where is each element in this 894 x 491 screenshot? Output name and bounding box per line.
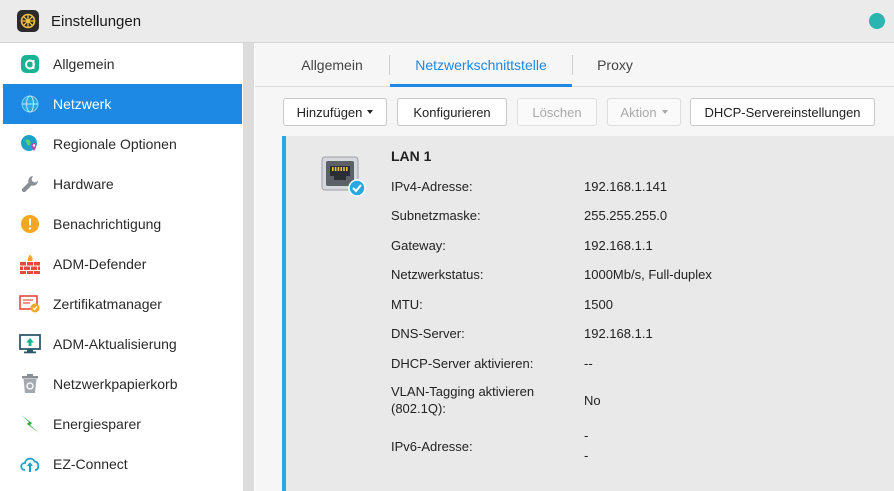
add-button-label: Hinzufügen [296, 104, 363, 120]
vlan-tagging-label-line1: VLAN-Tagging aktivieren [391, 384, 535, 399]
sidebar-item-label: Netzwerk [53, 96, 112, 112]
subnet-mask-value: 255.255.255.0 [584, 208, 668, 223]
sidebar-scrollbar[interactable] [243, 43, 253, 491]
ipv6-label: IPv6-Adresse: [391, 439, 473, 454]
sidebar-item-label: Allgemein [53, 56, 115, 72]
sidebar-item-label: Energiesparer [53, 416, 141, 432]
main-panel: Allgemein Netzwerkschnittstelle Proxy Hi… [255, 43, 894, 491]
settings-app-icon [17, 10, 39, 32]
gateway-label: Gateway: [391, 238, 446, 253]
sidebar-item-netzwerkpapierkorb[interactable]: Netzwerkpapierkorb [3, 364, 242, 404]
ipv6-value-line2: - [584, 448, 589, 463]
gateway-value: 192.168.1.1 [584, 238, 653, 253]
configure-button[interactable]: Konfigurieren [397, 98, 507, 126]
ethernet-port-icon [321, 156, 367, 201]
general-icon [19, 53, 41, 75]
delete-button[interactable]: Löschen [517, 98, 597, 126]
tab-netzwerkschnittstelle[interactable]: Netzwerkschnittstelle [390, 43, 572, 87]
mtu-label: MTU: [391, 297, 423, 312]
tab-proxy[interactable]: Proxy [573, 43, 657, 87]
action-button[interactable]: Aktion [607, 98, 681, 126]
sidebar-item-label: Hardware [53, 176, 114, 192]
mtu-value: 1500 [584, 297, 613, 312]
lightning-icon [19, 413, 41, 435]
sidebar: Allgemein Netzwerk Regionale Optionen Ha… [0, 43, 254, 491]
recycle-bin-icon [19, 373, 41, 395]
sidebar-item-label: EZ-Connect [53, 456, 128, 472]
globe-icon [19, 93, 41, 115]
ipv4-label: IPv4-Adresse: [391, 179, 473, 194]
tab-allgemein[interactable]: Allgemein [283, 43, 381, 87]
title-bar: Einstellungen [0, 0, 894, 43]
dns-server-value: 192.168.1.1 [584, 326, 653, 341]
add-button[interactable]: Hinzufügen [283, 98, 387, 126]
tab-bar: Allgemein Netzwerkschnittstelle Proxy [255, 43, 894, 87]
sidebar-item-label: ADM-Defender [53, 256, 147, 272]
cloud-upload-icon [19, 453, 41, 475]
alert-icon [19, 213, 41, 235]
ipv4-value: 192.168.1.141 [584, 179, 668, 194]
ipv6-value-line1: - [584, 428, 589, 443]
sidebar-item-label: Benachrichtigung [53, 216, 162, 232]
interface-card-lan1[interactable]: LAN 1 IPv4-Adresse: 192.168.1.141 Subnet… [282, 136, 894, 491]
dns-server-label: DNS-Server: [391, 326, 465, 341]
sidebar-item-hardware[interactable]: Hardware [3, 164, 242, 204]
interface-name: LAN 1 [391, 148, 432, 164]
sidebar-item-zertifikatmanager[interactable]: Zertifikatmanager [3, 284, 242, 324]
region-pin-icon [19, 133, 41, 155]
active-tab-indicator [390, 84, 572, 87]
status-indicator[interactable] [869, 13, 885, 29]
dhcp-settings-button[interactable]: DHCP-Servereinstellungen [690, 98, 875, 126]
sidebar-item-adm-defender[interactable]: ADM-Defender [3, 244, 242, 284]
sidebar-item-netzwerk[interactable]: Netzwerk [3, 84, 242, 124]
caret-down-icon [661, 110, 668, 114]
monitor-update-icon [19, 333, 41, 355]
sidebar-item-benachrichtigung[interactable]: Benachrichtigung [3, 204, 242, 244]
sidebar-item-label: Zertifikatmanager [53, 296, 162, 312]
dhcp-server-label: DHCP-Server aktivieren: [391, 356, 534, 371]
vlan-tagging-value: No [584, 393, 601, 408]
vlan-tagging-label-line2: (802.1Q): [391, 401, 446, 416]
certificate-icon [19, 293, 41, 315]
caret-down-icon [367, 110, 374, 114]
firewall-icon [19, 253, 41, 275]
sidebar-item-allgemein[interactable]: Allgemein [3, 44, 242, 84]
sidebar-item-label: Regionale Optionen [53, 136, 177, 152]
wrench-icon [19, 173, 41, 195]
sidebar-item-label: Netzwerkpapierkorb [53, 376, 178, 392]
sidebar-item-label: ADM-Aktualisierung [53, 336, 177, 352]
sidebar-item-regionale-optionen[interactable]: Regionale Optionen [3, 124, 242, 164]
network-status-value: 1000Mb/s, Full-duplex [584, 267, 712, 282]
sidebar-item-energiesparer[interactable]: Energiesparer [3, 404, 242, 444]
action-button-label: Aktion [620, 104, 657, 120]
dhcp-server-value: -- [584, 356, 593, 371]
sidebar-item-adm-aktualisierung[interactable]: ADM-Aktualisierung [3, 324, 242, 364]
network-status-label: Netzwerkstatus: [391, 267, 484, 282]
subnet-mask-label: Subnetzmaske: [391, 208, 481, 223]
sidebar-item-ez-connect[interactable]: EZ-Connect [3, 444, 242, 484]
window-title: Einstellungen [51, 13, 142, 30]
